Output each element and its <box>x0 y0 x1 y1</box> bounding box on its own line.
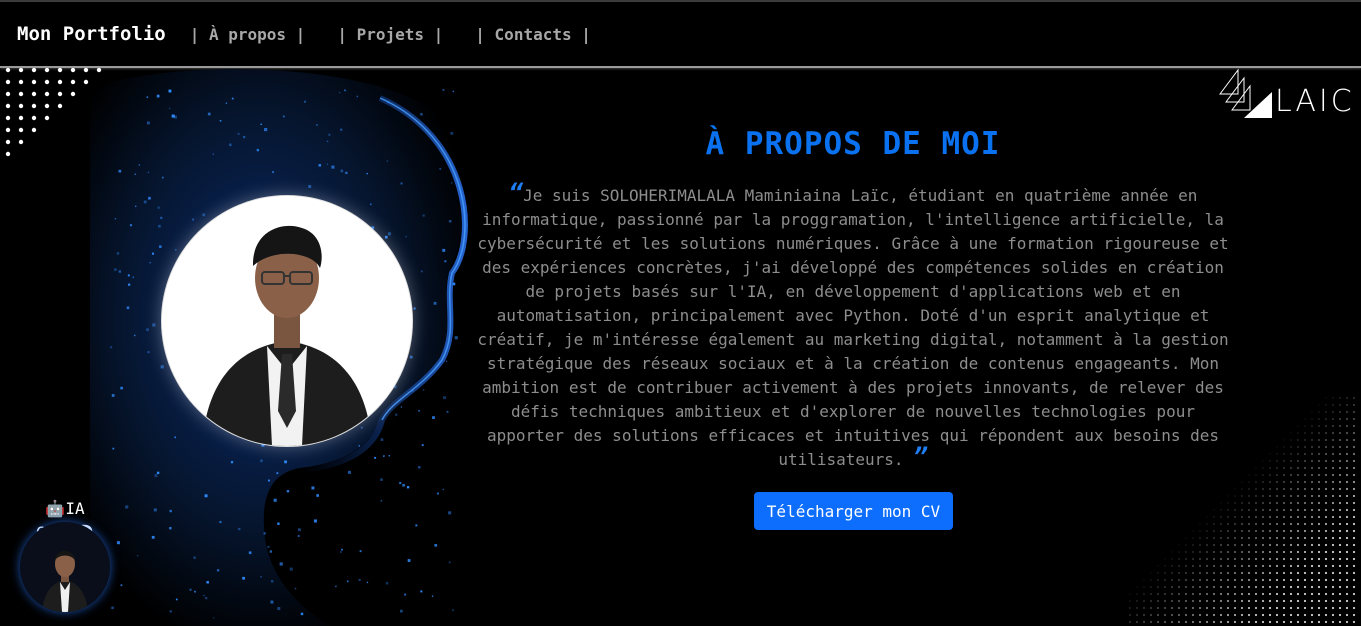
open-quote-mark: “ <box>508 179 524 207</box>
site-brand[interactable]: Mon Portfolio <box>17 23 166 45</box>
nav-projects-link[interactable]: | Projets | <box>337 25 443 44</box>
chat-avatar <box>20 522 110 612</box>
about-title: À PROPOS DE MOI <box>705 126 1001 162</box>
close-quote-mark: ” <box>913 443 928 471</box>
robot-icon: 🤖 <box>45 499 66 518</box>
about-text: Je suis SOLOHERIMALALA Maminiaina Laïc, … <box>477 186 1229 469</box>
about-section: À PROPOS DE MOI “Je suis SOLOHERIMALALA … <box>0 68 1361 626</box>
about-quote: “Je suis SOLOHERIMALALA Maminiaina Laïc,… <box>476 181 1230 472</box>
ia-chat-button[interactable] <box>20 522 110 612</box>
logo-text: LAIC <box>1275 84 1355 119</box>
profile-photo <box>162 196 412 446</box>
nav-about-link[interactable]: | À propos | <box>190 25 306 44</box>
person-portrait <box>162 196 412 446</box>
site-header: Mon Portfolio | À propos | | Projets | |… <box>0 2 1361 68</box>
dot-pattern-top-left <box>5 68 102 157</box>
main-nav: | À propos | | Projets | | Contacts | <box>190 25 623 44</box>
nav-contacts-link[interactable]: | Contacts | <box>475 25 591 44</box>
download-cv-button[interactable]: Télécharger mon CV <box>754 492 953 530</box>
